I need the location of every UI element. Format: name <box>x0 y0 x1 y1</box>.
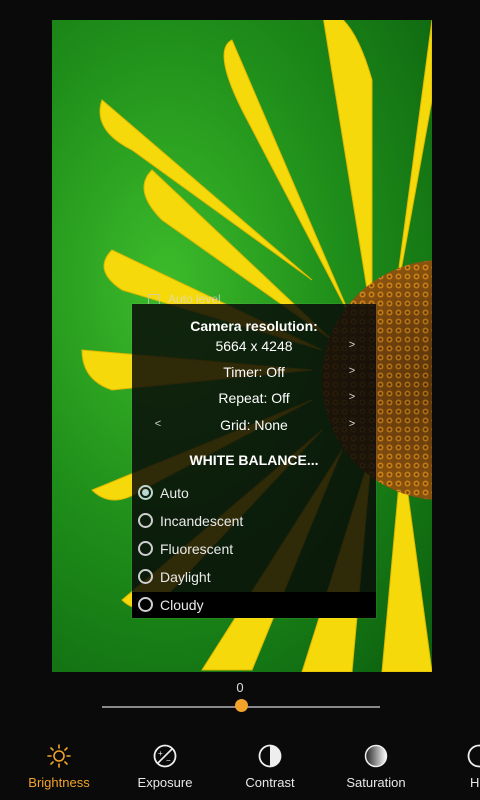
exposure-icon: + − <box>153 744 177 768</box>
wb-option-incandescent[interactable]: Incandescent <box>132 508 376 536</box>
wb-option-auto[interactable]: Auto <box>132 480 376 508</box>
tool-saturation[interactable]: Saturation <box>321 735 431 800</box>
tool-label: Saturation <box>346 775 406 790</box>
adjustment-toolbar: Brightness + − Exposure Contrast Saturat… <box>0 735 480 800</box>
tool-label: Brightness <box>28 775 90 790</box>
tool-hue[interactable]: H <box>420 735 480 800</box>
hue-icon <box>467 744 480 768</box>
tool-exposure[interactable]: + − Exposure <box>110 735 220 800</box>
camera-settings-popup: Camera resolution: 5664 x 4248 > Timer: … <box>132 304 376 618</box>
svg-text:−: − <box>166 756 171 765</box>
saturation-icon <box>364 744 388 768</box>
white-balance-title-row[interactable]: WHITE BALANCE... <box>132 450 376 472</box>
tool-contrast[interactable]: Contrast <box>215 735 325 800</box>
wb-option-label: Fluorescent <box>160 541 234 557</box>
resolution-value: 5664 x 4248 <box>215 338 293 354</box>
radio-icon[interactable] <box>138 597 153 612</box>
checkbox-icon <box>148 293 160 304</box>
radio-icon[interactable] <box>138 513 153 528</box>
timer-next-arrow[interactable]: > <box>346 365 358 377</box>
wb-option-label: Daylight <box>160 569 211 585</box>
tool-label: Contrast <box>245 775 295 790</box>
svg-text:+: + <box>158 749 163 758</box>
wb-option-fluorescent[interactable]: Fluorescent <box>132 536 376 564</box>
repeat-next-arrow[interactable]: > <box>346 391 358 403</box>
resolution-title: Camera resolution: <box>190 318 318 334</box>
wb-option-label: Incandescent <box>160 513 244 529</box>
resolution-next-arrow[interactable]: > <box>346 339 358 351</box>
tool-label: H <box>470 775 480 790</box>
white-balance-title[interactable]: WHITE BALANCE... <box>132 452 376 468</box>
brightness-slider-thumb[interactable] <box>235 699 248 712</box>
radio-icon[interactable] <box>138 569 153 584</box>
tool-label: Exposure <box>137 775 193 790</box>
repeat-row[interactable]: Repeat: Off > <box>132 388 376 410</box>
grid-row[interactable]: < Grid: None > <box>132 415 376 437</box>
sun-icon <box>47 744 71 768</box>
radio-selected-icon[interactable] <box>138 485 153 500</box>
resolution-title-row: Camera resolution: <box>132 316 376 338</box>
resolution-row[interactable]: 5664 x 4248 > <box>132 336 376 358</box>
timer-label: Timer: Off <box>223 364 285 380</box>
radio-icon[interactable] <box>138 541 153 556</box>
timer-row[interactable]: Timer: Off > <box>132 362 376 384</box>
tool-brightness[interactable]: Brightness <box>4 735 114 800</box>
contrast-icon <box>258 744 282 768</box>
grid-next-arrow[interactable]: > <box>346 418 358 430</box>
wb-option-daylight[interactable]: Daylight <box>132 564 376 592</box>
wb-option-label: Auto <box>160 485 189 501</box>
repeat-label: Repeat: Off <box>218 390 290 406</box>
wb-option-label: Cloudy <box>160 597 204 613</box>
grid-label: Grid: None <box>220 417 288 433</box>
wb-option-cloudy[interactable]: Cloudy <box>132 592 376 618</box>
auto-level-peek: Auto level <box>148 292 268 304</box>
slider-value: 0 <box>236 680 244 695</box>
